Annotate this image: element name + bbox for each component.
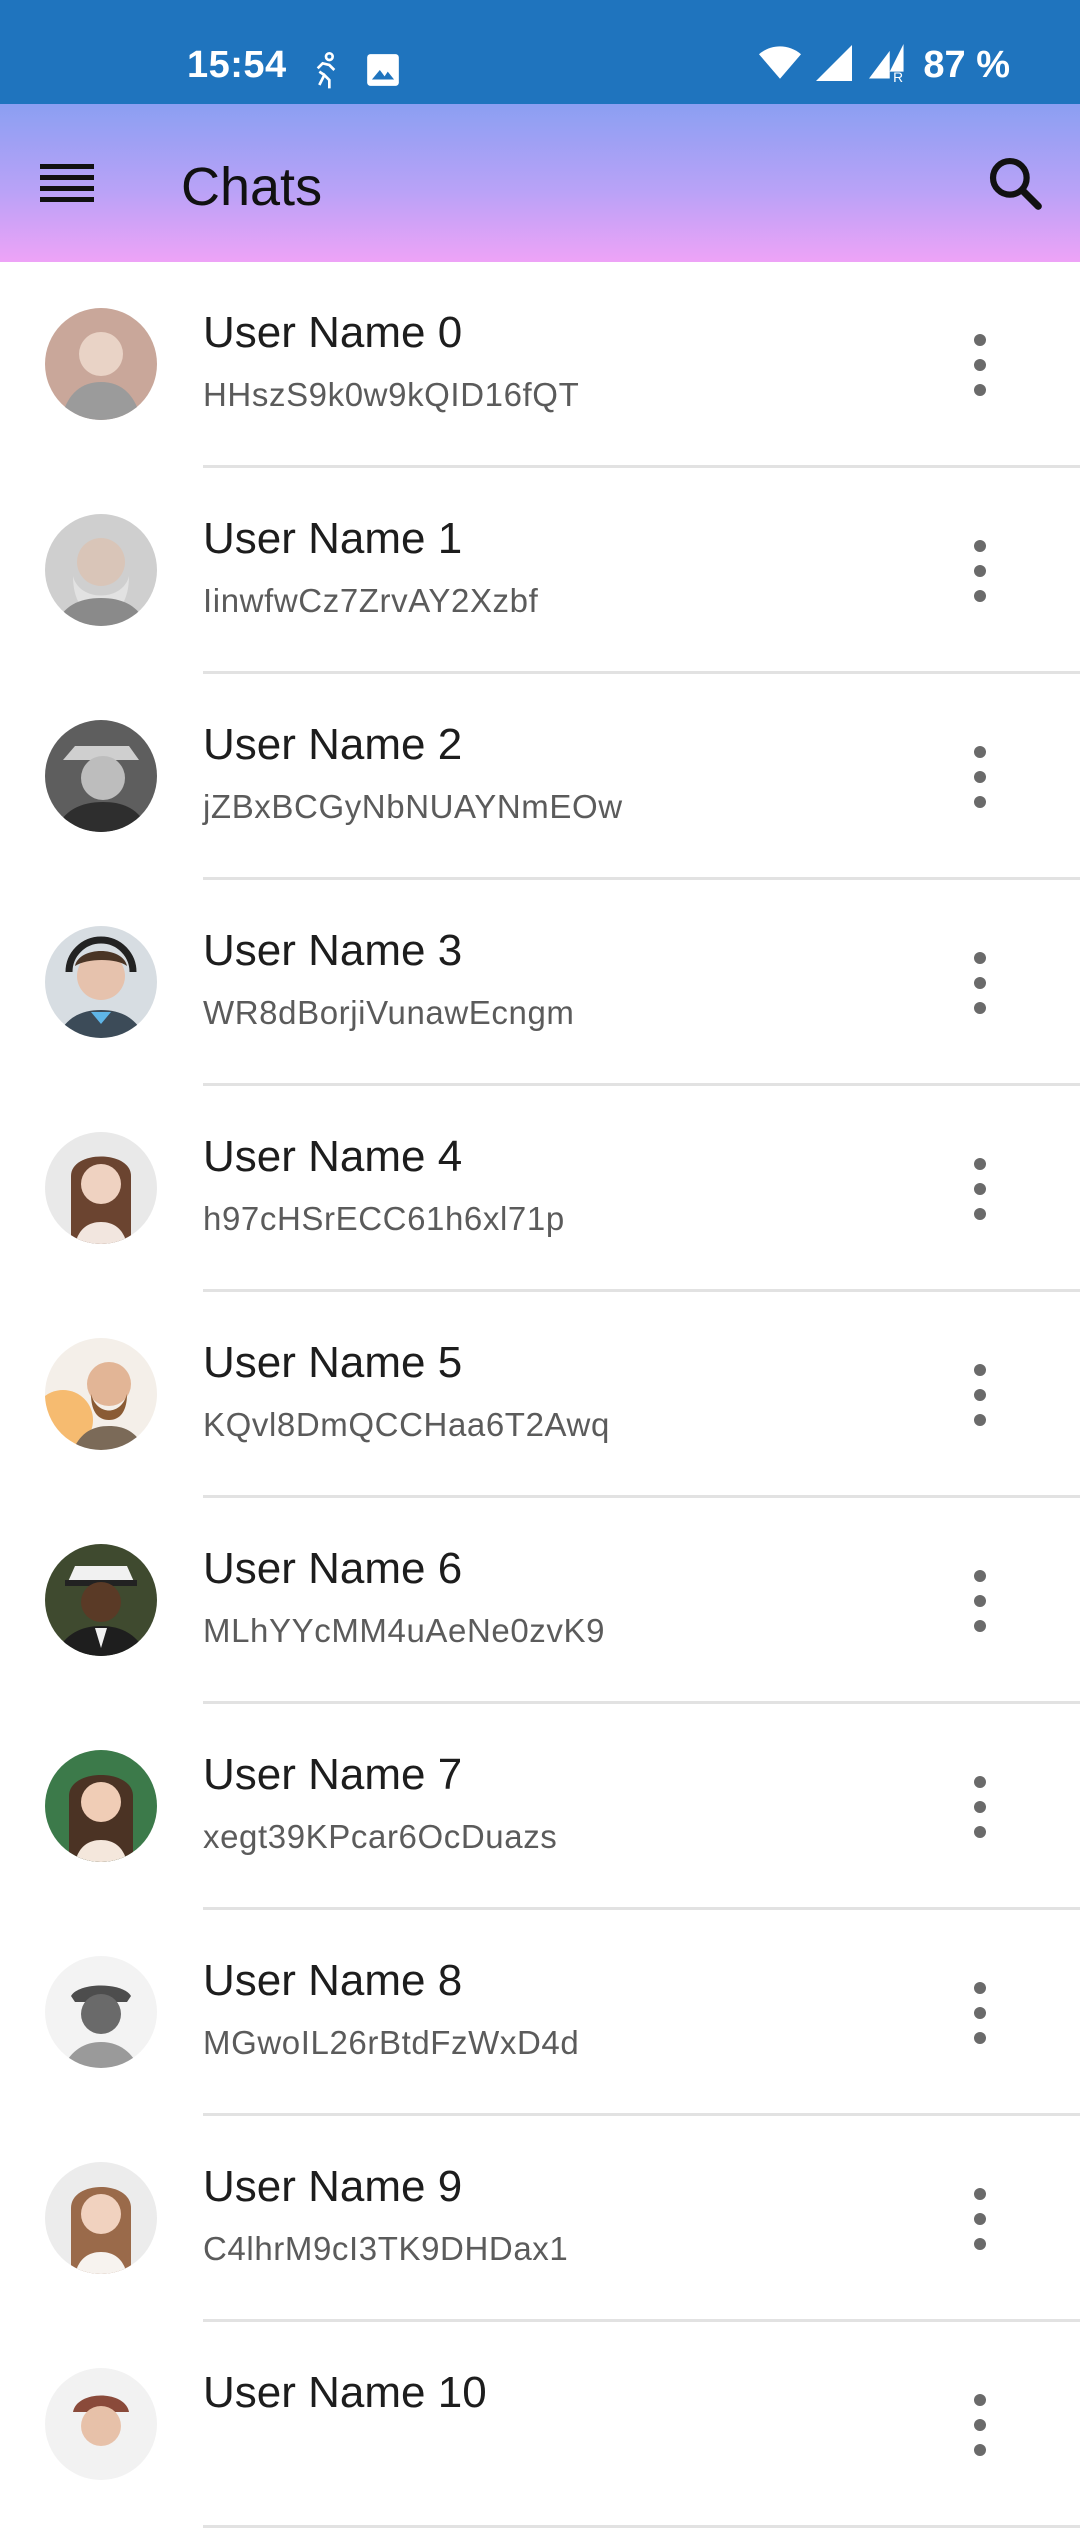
- user-name: User Name 9: [203, 2162, 463, 2211]
- user-name: User Name 1: [203, 514, 463, 563]
- avatar-image: [45, 1544, 157, 1656]
- status-right: R 87 %: [759, 44, 1010, 87]
- avatar-image: [45, 514, 157, 626]
- avatar: [45, 1132, 157, 1244]
- user-name: User Name 0: [203, 308, 463, 357]
- last-message: h97cHSrECC61h6xl71p: [203, 1200, 565, 1237]
- more-vert-icon: [974, 1982, 986, 2044]
- last-message: WR8dBorjiVunawEcngm: [203, 994, 575, 1031]
- status-bar: 15:54 R 87 %: [0, 0, 1080, 104]
- more-vert-icon: [974, 1570, 986, 1632]
- last-message: jZBxBCGyNbNUAYNmEOw: [203, 788, 623, 825]
- avatar: [45, 308, 157, 420]
- image-icon: [364, 51, 402, 94]
- avatar: [45, 926, 157, 1038]
- search-icon: [984, 157, 1046, 218]
- chat-row[interactable]: User Name 8 MGwoIL26rBtdFzWxD4d: [0, 1910, 1080, 2116]
- chat-row[interactable]: User Name 4 h97cHSrECC61h6xl71p: [0, 1086, 1080, 1292]
- more-vert-icon: [974, 1158, 986, 1220]
- chat-row[interactable]: User Name 9 C4lhrM9cI3TK9DHDax1: [0, 2116, 1080, 2322]
- signal-icon: [815, 45, 853, 86]
- search-button[interactable]: [984, 152, 1046, 214]
- more-vert-icon: [974, 334, 986, 396]
- chat-row[interactable]: User Name 10: [0, 2322, 1080, 2528]
- avatar: [45, 720, 157, 832]
- user-name: User Name 3: [203, 926, 463, 975]
- avatar: [45, 1956, 157, 2068]
- last-message: xegt39KPcar6OcDuazs: [203, 1818, 558, 1855]
- user-name: User Name 8: [203, 1956, 463, 2005]
- more-vert-icon: [974, 2188, 986, 2250]
- more-vert-icon: [974, 1776, 986, 1838]
- svg-text:R: R: [894, 69, 904, 82]
- avatar-image: [45, 1132, 157, 1244]
- chat-row[interactable]: User Name 5 KQvl8DmQCCHaa6T2Awq: [0, 1292, 1080, 1498]
- wifi-icon: [759, 45, 802, 86]
- more-options-button[interactable]: [960, 2182, 1000, 2256]
- more-options-button[interactable]: [960, 2388, 1000, 2462]
- activity-icon: [306, 50, 346, 95]
- last-message: MGwoIL26rBtdFzWxD4d: [203, 2024, 580, 2061]
- avatar: [45, 1750, 157, 1862]
- chat-row[interactable]: User Name 3 WR8dBorjiVunawEcngm: [0, 880, 1080, 1086]
- avatar: [45, 1544, 157, 1656]
- avatar: [45, 1338, 157, 1450]
- more-vert-icon: [974, 2394, 986, 2456]
- avatar: [45, 514, 157, 626]
- user-name: User Name 4: [203, 1132, 463, 1181]
- more-vert-icon: [974, 952, 986, 1014]
- chat-row[interactable]: User Name 6 MLhYYcMM4uAeNe0zvK9: [0, 1498, 1080, 1704]
- status-time: 15:54: [187, 44, 287, 86]
- avatar-image: [45, 308, 157, 420]
- more-options-button[interactable]: [960, 1358, 1000, 1432]
- chat-list: User Name 0 HHszS9k0w9kQID16fQT User Nam…: [0, 262, 1080, 2528]
- menu-icon: [38, 164, 96, 214]
- avatar-image: [45, 1956, 157, 2068]
- avatar-image: [45, 2162, 157, 2274]
- menu-button[interactable]: [38, 158, 96, 210]
- last-message: C4lhrM9cI3TK9DHDax1: [203, 2230, 569, 2267]
- avatar-image: [45, 926, 157, 1038]
- more-options-button[interactable]: [960, 328, 1000, 402]
- signal-roaming-icon: R: [867, 44, 909, 87]
- status-left-icons: [306, 50, 402, 95]
- chat-row[interactable]: User Name 1 IinwfwCz7ZrvAY2Xzbf: [0, 468, 1080, 674]
- user-name: User Name 5: [203, 1338, 463, 1387]
- chat-row[interactable]: User Name 2 jZBxBCGyNbNUAYNmEOw: [0, 674, 1080, 880]
- user-name: User Name 2: [203, 720, 463, 769]
- more-options-button[interactable]: [960, 1976, 1000, 2050]
- app-bar: Chats: [0, 104, 1080, 262]
- more-options-button[interactable]: [960, 1564, 1000, 1638]
- more-options-button[interactable]: [960, 534, 1000, 608]
- chat-row[interactable]: User Name 7 xegt39KPcar6OcDuazs: [0, 1704, 1080, 1910]
- user-name: User Name 7: [203, 1750, 463, 1799]
- avatar-image: [45, 1750, 157, 1862]
- more-options-button[interactable]: [960, 1152, 1000, 1226]
- last-message: IinwfwCz7ZrvAY2Xzbf: [203, 582, 539, 619]
- more-options-button[interactable]: [960, 1770, 1000, 1844]
- more-vert-icon: [974, 540, 986, 602]
- more-vert-icon: [974, 746, 986, 808]
- avatar: [45, 2368, 157, 2480]
- more-options-button[interactable]: [960, 946, 1000, 1020]
- last-message: MLhYYcMM4uAeNe0zvK9: [203, 1612, 606, 1649]
- avatar: [45, 2162, 157, 2274]
- more-options-button[interactable]: [960, 740, 1000, 814]
- last-message: HHszS9k0w9kQID16fQT: [203, 376, 580, 413]
- avatar-image: [45, 1338, 157, 1450]
- page-title: Chats: [181, 157, 323, 217]
- avatar-image: [45, 2368, 157, 2480]
- chat-row[interactable]: User Name 0 HHszS9k0w9kQID16fQT: [0, 262, 1080, 468]
- user-name: User Name 6: [203, 1544, 463, 1593]
- last-message: KQvl8DmQCCHaa6T2Awq: [203, 1406, 610, 1443]
- battery-percentage: 87 %: [923, 44, 1010, 86]
- avatar-image: [45, 720, 157, 832]
- user-name: User Name 10: [203, 2368, 487, 2417]
- more-vert-icon: [974, 1364, 986, 1426]
